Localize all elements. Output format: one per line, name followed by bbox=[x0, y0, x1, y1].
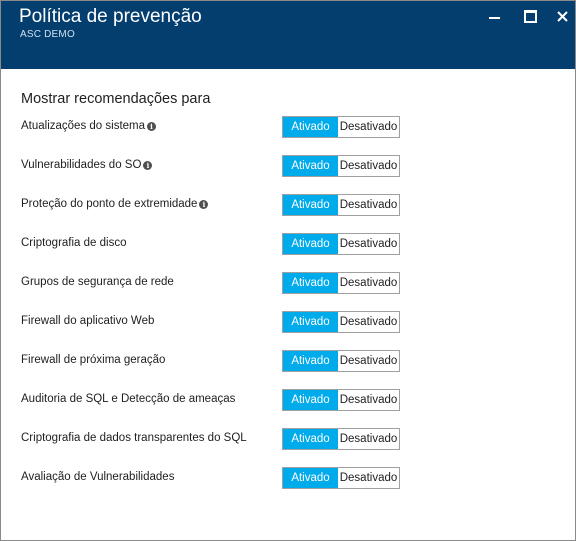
on-off-toggle[interactable]: Ativado Desativado bbox=[282, 311, 400, 333]
toggle-off-option[interactable]: Desativado bbox=[338, 468, 399, 488]
on-off-toggle[interactable]: Ativado Desativado bbox=[282, 194, 400, 216]
close-button[interactable] bbox=[552, 7, 572, 25]
recommendation-label-text: Atualizações do sistema bbox=[21, 120, 146, 132]
recommendation-row: Vulnerabilidades do SO i Ativado Desativado bbox=[1, 155, 575, 177]
recommendation-label-text: Proteção do ponto de extremidade bbox=[21, 198, 198, 210]
recommendation-label-text: Grupos de segurança de rede bbox=[21, 276, 174, 288]
maximize-button[interactable] bbox=[520, 7, 540, 25]
on-off-toggle[interactable]: Ativado Desativado bbox=[282, 155, 400, 177]
blade-title: Política de prevenção bbox=[19, 6, 202, 27]
recommendation-row: Criptografia de dados transparentes do S… bbox=[1, 428, 575, 450]
toggle-off-option[interactable]: Desativado bbox=[338, 390, 399, 410]
recommendation-label: Vulnerabilidades do SO i bbox=[21, 159, 153, 171]
recommendation-label-text: Avaliação de Vulnerabilidades bbox=[21, 471, 175, 483]
recommendation-label: Firewall do aplicativo Web bbox=[21, 315, 154, 327]
toggle-off-option[interactable]: Desativado bbox=[338, 312, 399, 332]
recommendation-label: Criptografia de dados transparentes do S… bbox=[21, 432, 247, 444]
section-heading: Mostrar recomendações para bbox=[21, 91, 211, 107]
toggle-off-option[interactable]: Desativado bbox=[338, 117, 399, 137]
recommendation-row: Criptografia de disco Ativado Desativado bbox=[1, 233, 575, 255]
recommendation-label: Proteção do ponto de extremidade i bbox=[21, 198, 209, 210]
toggle-off-option[interactable]: Desativado bbox=[338, 156, 399, 176]
toggle-off-option[interactable]: Desativado bbox=[338, 234, 399, 254]
on-off-toggle[interactable]: Ativado Desativado bbox=[282, 233, 400, 255]
toggle-on-option[interactable]: Ativado bbox=[283, 273, 338, 293]
close-icon bbox=[556, 10, 568, 22]
toggle-off-option[interactable]: Desativado bbox=[338, 351, 399, 371]
on-off-toggle[interactable]: Ativado Desativado bbox=[282, 389, 400, 411]
info-icon[interactable]: i bbox=[147, 121, 157, 131]
prevention-policy-blade: Política de prevenção ASC DEMO Mostrar r… bbox=[0, 0, 576, 541]
recommendation-row: Atualizações do sistema i Ativado Desativad… bbox=[1, 116, 575, 138]
toggle-on-option[interactable]: Ativado bbox=[283, 312, 338, 332]
toggle-on-option[interactable]: Ativado bbox=[283, 195, 338, 215]
recommendation-row: Avaliação de Vulnerabilidades Ativado Desa… bbox=[1, 467, 575, 489]
toggle-off-option[interactable]: Desativado bbox=[338, 429, 399, 449]
recommendation-label: Criptografia de disco bbox=[21, 237, 126, 249]
info-icon[interactable]: i bbox=[199, 199, 209, 209]
toggle-on-option[interactable]: Ativado bbox=[283, 351, 338, 371]
recommendation-row: Grupos de segurança de rede Ativado Desati… bbox=[1, 272, 575, 294]
recommendation-label-text: Auditoria de SQL e Detecção de ameaças bbox=[21, 393, 236, 405]
maximize-icon bbox=[523, 9, 537, 23]
minimize-icon bbox=[488, 17, 500, 19]
recommendation-label: Firewall de próxima geração bbox=[21, 354, 165, 366]
recommendation-label: Grupos de segurança de rede bbox=[21, 276, 174, 288]
toggle-off-option[interactable]: Desativado bbox=[338, 273, 399, 293]
on-off-toggle[interactable]: Ativado Desativado bbox=[282, 350, 400, 372]
toggle-on-option[interactable]: Ativado bbox=[283, 468, 338, 488]
recommendation-label: Atualizações do sistema i bbox=[21, 120, 157, 132]
minimize-button[interactable] bbox=[484, 7, 504, 25]
recommendation-row: Auditoria de SQL e Detecção de ameaças At… bbox=[1, 389, 575, 411]
recommendation-row: Firewall do aplicativo Web Ativado Desativ… bbox=[1, 311, 575, 333]
info-icon[interactable]: i bbox=[143, 160, 153, 170]
toggle-off-option[interactable]: Desativado bbox=[338, 195, 399, 215]
recommendation-label: Avaliação de Vulnerabilidades bbox=[21, 471, 174, 483]
recommendation-label-text: Vulnerabilidades do SO bbox=[21, 159, 142, 171]
recommendation-row: Firewall de próxima geração Ativado Desati… bbox=[1, 350, 575, 372]
toggle-on-option[interactable]: Ativado bbox=[283, 390, 338, 410]
on-off-toggle[interactable]: Ativado Desativado bbox=[282, 467, 400, 489]
recommendation-row: Proteção do ponto de extremidade i Ativado… bbox=[1, 194, 575, 216]
toggle-on-option[interactable]: Ativado bbox=[283, 156, 338, 176]
toggle-on-option[interactable]: Ativado bbox=[283, 117, 338, 137]
recommendation-label-text: Firewall de próxima geração bbox=[21, 354, 166, 366]
recommendation-label-text: Firewall do aplicativo Web bbox=[21, 315, 155, 327]
recommendation-label: Auditoria de SQL e Detecção de ameaças bbox=[21, 393, 235, 405]
on-off-toggle[interactable]: Ativado Desativado bbox=[282, 116, 400, 138]
blade-header: Política de prevenção ASC DEMO bbox=[1, 1, 575, 69]
on-off-toggle[interactable]: Ativado Desativado bbox=[282, 428, 400, 450]
toggle-on-option[interactable]: Ativado bbox=[283, 429, 338, 449]
on-off-toggle[interactable]: Ativado Desativado bbox=[282, 272, 400, 294]
toggle-on-option[interactable]: Ativado bbox=[283, 234, 338, 254]
blade-subtitle: ASC DEMO bbox=[20, 29, 75, 40]
recommendation-label-text: Criptografia de disco bbox=[21, 237, 127, 249]
recommendation-label-text: Criptografia de dados transparentes do S… bbox=[21, 432, 247, 444]
